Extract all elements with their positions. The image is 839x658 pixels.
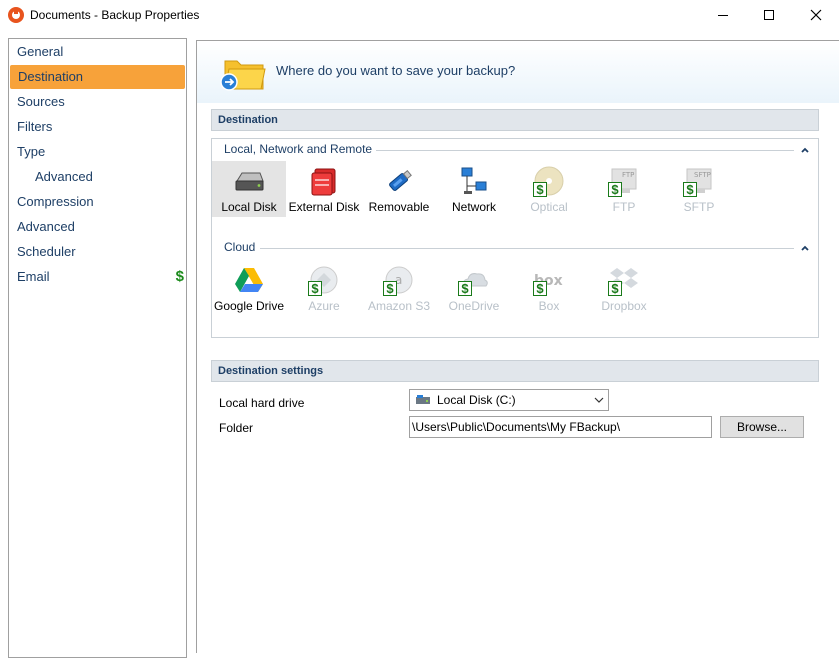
paid-feature-icon: $	[308, 281, 322, 296]
divider	[260, 248, 794, 249]
paid-feature-icon: $	[608, 182, 622, 197]
folder-label: Folder	[219, 421, 254, 435]
sidebar-item-general[interactable]: General	[9, 40, 186, 64]
close-button[interactable]	[793, 0, 839, 30]
destination-box[interactable]: box $ Box	[512, 260, 586, 316]
sidebar-item-advanced[interactable]: Advanced	[9, 215, 186, 239]
destination-network[interactable]: Network	[437, 161, 511, 217]
destination-amazon-s3[interactable]: a $ Amazon S3	[362, 260, 436, 316]
maximize-button[interactable]	[746, 0, 792, 30]
minimize-button[interactable]	[700, 0, 746, 30]
paid-feature-icon: $	[683, 182, 697, 197]
cloud-group-title: Cloud	[224, 240, 256, 254]
browse-button[interactable]: Browse...	[720, 416, 804, 438]
local-group-title: Local, Network and Remote	[224, 142, 373, 156]
sidebar-item-destination[interactable]: Destination	[10, 65, 185, 89]
destination-group-box: Local, Network and Remote Local Disk Ext…	[211, 138, 819, 338]
destination-section-header: Destination	[211, 109, 819, 131]
destination-azure[interactable]: $ Azure	[287, 260, 361, 316]
chevron-down-icon	[594, 397, 604, 403]
sidebar-item-scheduler[interactable]: Scheduler	[9, 240, 186, 264]
destination-onedrive[interactable]: $ OneDrive	[437, 260, 511, 316]
local-hard-drive-label: Local hard drive	[219, 396, 305, 410]
folder-backup-icon	[220, 60, 266, 91]
paid-feature-icon: $	[175, 268, 184, 285]
destination-dropbox[interactable]: $ Dropbox	[587, 260, 661, 316]
destination-ftp[interactable]: FTP $ FTP	[587, 161, 661, 217]
sidebar-item-sources[interactable]: Sources	[9, 90, 186, 114]
minimize-icon	[718, 14, 728, 16]
collapse-chevron-icon[interactable]	[800, 243, 810, 253]
window-title: Documents - Backup Properties	[30, 8, 200, 22]
svg-text:FTP: FTP	[622, 171, 634, 179]
paid-feature-icon: $	[383, 281, 397, 296]
usb-stick-icon	[389, 170, 412, 191]
destination-settings-header: Destination settings	[211, 360, 819, 382]
close-icon	[810, 9, 822, 21]
destination-external-disk[interactable]: External Disk	[287, 161, 361, 217]
drive-icon	[416, 395, 430, 404]
app-icon	[8, 7, 24, 23]
google-drive-icon	[235, 268, 263, 292]
external-disk-icon	[311, 168, 336, 196]
destination-removable[interactable]: Removable	[362, 161, 436, 217]
maximize-icon	[764, 10, 774, 20]
folder-input[interactable]	[409, 416, 712, 438]
destination-google-drive[interactable]: Google Drive	[212, 260, 286, 316]
paid-feature-icon: $	[533, 281, 547, 296]
sidebar: General Destination Sources Filters Type…	[8, 38, 187, 658]
divider	[376, 150, 794, 151]
collapse-chevron-icon[interactable]	[800, 145, 810, 155]
destination-sftp[interactable]: SFTP $ SFTP	[662, 161, 736, 217]
sidebar-item-filters[interactable]: Filters	[9, 115, 186, 139]
header-question: Where do you want to save your backup?	[276, 63, 516, 78]
hard-disk-icon	[235, 172, 264, 191]
local-hard-drive-select[interactable]: Local Disk (C:)	[409, 389, 609, 411]
sidebar-item-type-advanced[interactable]: Advanced	[9, 165, 186, 189]
main-panel: Where do you want to save your backup? D…	[196, 40, 839, 653]
paid-feature-icon: $	[608, 281, 622, 296]
header-banner: Where do you want to save your backup?	[197, 41, 839, 103]
sidebar-item-email[interactable]: Email $	[9, 265, 186, 289]
destination-local-disk[interactable]: Local Disk	[212, 161, 286, 217]
network-icon	[461, 167, 487, 194]
title-bar: Documents - Backup Properties	[0, 0, 839, 30]
paid-feature-icon: $	[458, 281, 472, 296]
paid-feature-icon: $	[533, 182, 547, 197]
svg-text:SFTP: SFTP	[694, 171, 711, 179]
destination-optical[interactable]: $ Optical	[512, 161, 586, 217]
sidebar-item-type[interactable]: Type	[9, 140, 186, 164]
sidebar-item-compression[interactable]: Compression	[9, 190, 186, 214]
